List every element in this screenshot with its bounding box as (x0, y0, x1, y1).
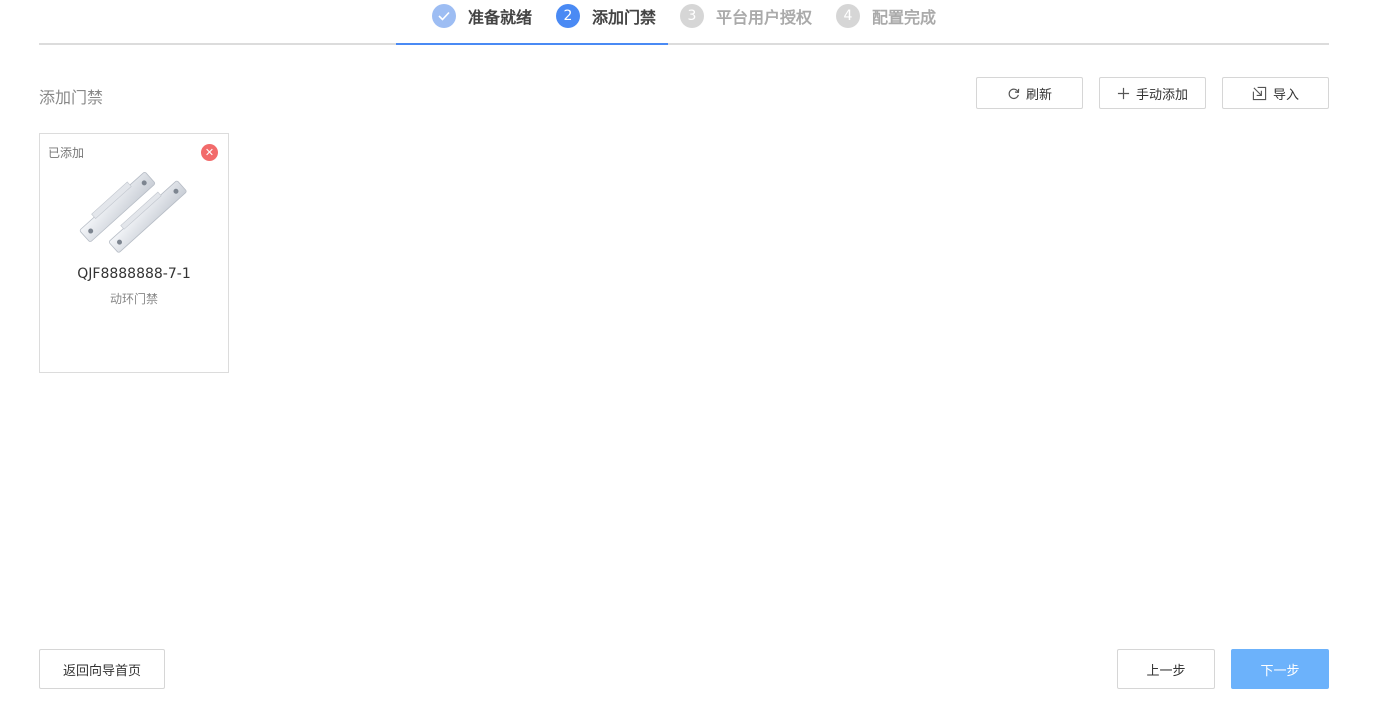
step-add-access-control: 2 添加门禁 (556, 4, 656, 28)
door-sensor-image (79, 171, 187, 253)
section-title: 添加门禁 (39, 88, 104, 107)
import-label: 导入 (1272, 87, 1299, 103)
next-step-button[interactable]: 下一步 (1231, 649, 1329, 689)
import-button[interactable]: 导入 (1222, 77, 1329, 109)
plus-icon (1117, 87, 1130, 100)
device-name: QJF8888888-7-1 (77, 266, 191, 282)
refresh-label: 刷新 (1025, 87, 1052, 103)
remove-icon[interactable]: ✕ (201, 144, 218, 161)
step-number: 4 (836, 4, 860, 28)
previous-step-button[interactable]: 上一步 (1117, 649, 1215, 689)
refresh-icon (1007, 87, 1020, 100)
step-ready: 准备就绪 (432, 4, 532, 28)
step-label: 添加门禁 (592, 8, 657, 27)
step-label: 准备就绪 (468, 8, 533, 27)
back-to-wizard-home-button[interactable]: 返回向导首页 (39, 649, 165, 689)
manual-add-button[interactable]: 手动添加 (1099, 77, 1206, 109)
refresh-button[interactable]: 刷新 (976, 77, 1083, 109)
device-card[interactable]: 已添加 ✕ QJF8888888-7-1 动环门禁 (39, 133, 229, 373)
step-platform-user-auth: 3 平台用户授权 (680, 4, 812, 28)
step-label: 配置完成 (872, 8, 937, 27)
check-icon (432, 4, 456, 28)
active-step-indicator (396, 43, 668, 45)
manual-add-label: 手动添加 (1135, 87, 1188, 103)
step-config-complete: 4 配置完成 (836, 4, 936, 28)
import-icon (1252, 86, 1267, 101)
toolbar: 刷新 手动添加 导入 (976, 77, 1329, 109)
step-number: 2 (556, 4, 580, 28)
step-number: 3 (680, 4, 704, 28)
step-label: 平台用户授权 (716, 8, 813, 27)
device-type: 动环门禁 (109, 292, 158, 306)
wizard-steps: 准备就绪 2 添加门禁 3 平台用户授权 4 配置完成 (39, 0, 1329, 45)
